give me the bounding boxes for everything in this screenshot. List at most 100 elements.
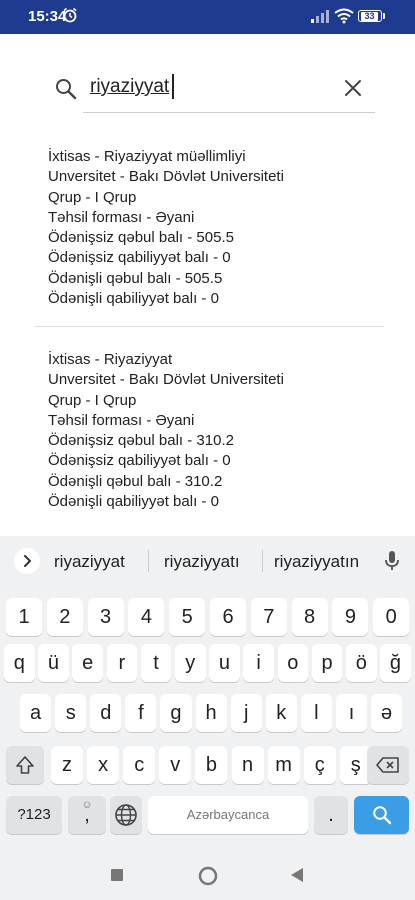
letter-key[interactable]: z <box>51 746 83 784</box>
letter-key[interactable]: i <box>243 644 274 682</box>
result-group: Qrup - I Qrup <box>48 391 137 409</box>
number-key[interactable]: 9 <box>332 598 369 636</box>
language-key[interactable] <box>110 796 142 834</box>
backspace-icon <box>376 757 399 773</box>
letter-key[interactable]: t <box>140 644 172 682</box>
search-input[interactable]: riyaziyyat <box>90 76 169 98</box>
shift-key[interactable] <box>6 746 44 784</box>
letter-key[interactable]: y <box>175 644 206 682</box>
search-underline <box>83 112 375 113</box>
letter-key[interactable]: n <box>231 746 264 784</box>
shift-icon <box>16 756 34 774</box>
letter-key[interactable]: ı <box>335 694 368 732</box>
back-icon[interactable] <box>289 867 305 883</box>
letter-key[interactable]: k <box>265 694 297 732</box>
search-submit-key[interactable] <box>354 796 409 834</box>
result-free-admission-score: Ödənişsiz qəbul balı - 505.5 <box>48 229 234 247</box>
status-bar: 15:34 33 <box>0 0 415 34</box>
result-university: Unversitet - Bakı Dövlət Universiteti <box>48 168 284 186</box>
number-key[interactable]: 1 <box>6 598 42 636</box>
suggestion-2[interactable]: riyaziyyatı <box>164 552 240 572</box>
letter-key[interactable]: e <box>72 644 103 682</box>
result-free-ability-score: Ödənişsiz qabiliyyət balı - 0 <box>48 452 231 470</box>
expand-toolbar-button[interactable] <box>14 548 40 574</box>
result-group: Qrup - I Qrup <box>48 188 137 206</box>
text-caret <box>172 74 174 99</box>
search-query: riyaziyyat <box>90 76 170 97</box>
letter-key[interactable]: ə <box>371 694 403 732</box>
letter-key[interactable]: q <box>4 644 35 682</box>
letter-key[interactable]: ğ <box>380 644 411 682</box>
letter-key[interactable]: d <box>90 694 122 732</box>
letter-key[interactable]: l <box>300 694 332 732</box>
period-key[interactable]: . <box>314 796 348 834</box>
result-study-form: Təhsil forması - Əyani <box>48 208 195 226</box>
number-key[interactable]: 3 <box>87 598 124 636</box>
chevron-right-icon <box>24 555 31 567</box>
suggestion-separator <box>262 550 263 572</box>
letter-key[interactable]: s <box>55 694 87 732</box>
result-divider <box>34 326 384 327</box>
letter-key[interactable]: v <box>159 746 192 784</box>
letter-key[interactable]: h <box>195 694 227 732</box>
close-icon[interactable] <box>343 78 363 98</box>
emoji-hint-icon: ☺ <box>81 799 93 811</box>
number-key[interactable]: 2 <box>46 598 83 636</box>
signal-icon <box>311 10 329 23</box>
comma-key[interactable]: ☺ , <box>68 796 106 834</box>
suggestion-separator <box>148 550 149 572</box>
result-paid-admission-score: Ödənişli qəbul balı - 310.2 <box>48 472 223 490</box>
result-item[interactable]: İxtisas - Riyaziyyat Unversitet - Bakı D… <box>48 350 284 512</box>
letter-key[interactable]: g <box>160 694 192 732</box>
letter-key[interactable]: ü <box>38 644 69 682</box>
number-key[interactable]: 6 <box>210 598 246 636</box>
navigation-bar <box>0 850 415 900</box>
result-speciality: İxtisas - Riyaziyyat müəllimliyi <box>48 148 246 165</box>
letter-key[interactable]: j <box>230 694 262 732</box>
battery-nub <box>383 13 385 19</box>
number-key[interactable]: 4 <box>128 598 165 636</box>
result-paid-admission-score: Ödənişli qəbul balı - 505.5 <box>48 269 223 287</box>
letter-key[interactable]: a <box>20 694 52 732</box>
letter-key[interactable]: m <box>267 746 300 784</box>
home-icon[interactable] <box>198 866 218 886</box>
space-key[interactable]: Azərbaycanca <box>148 796 308 834</box>
backspace-key[interactable] <box>367 746 409 784</box>
letter-key[interactable]: r <box>106 644 138 682</box>
clock: 15:34 <box>28 8 67 25</box>
result-paid-ability-score: Ödənişli qabiliyyət balı - 0 <box>48 290 219 308</box>
result-university: Unversitet - Bakı Dövlət Universiteti <box>48 371 284 389</box>
letter-key[interactable]: ç <box>303 746 336 784</box>
result-free-admission-score: Ödənişsiz qəbul balı - 310.2 <box>48 432 234 450</box>
result-study-form: Təhsil forması - Əyani <box>48 411 195 429</box>
letter-key[interactable]: ö <box>346 644 377 682</box>
number-key[interactable]: 0 <box>373 598 410 636</box>
battery-level: 33 <box>361 11 378 21</box>
battery-icon: 33 <box>358 10 382 22</box>
result-paid-ability-score: Ödənişli qabiliyyət balı - 0 <box>48 493 219 511</box>
letter-key[interactable]: c <box>123 746 156 784</box>
globe-icon <box>115 804 137 826</box>
letter-key[interactable]: u <box>209 644 240 682</box>
letter-key[interactable]: o <box>277 644 309 682</box>
suggestion-bar: riyaziyyat riyaziyyatı riyaziyyatın <box>0 536 415 586</box>
number-key[interactable]: 8 <box>291 598 328 636</box>
result-item[interactable]: İxtisas - Riyaziyyat müəllimliyi Unversi… <box>48 147 284 309</box>
search-icon <box>372 806 391 825</box>
symbols-key[interactable]: ?123 <box>6 796 62 834</box>
letter-key[interactable]: b <box>195 746 228 784</box>
number-key[interactable]: 7 <box>250 598 287 636</box>
on-screen-keyboard: riyaziyyat riyaziyyatı riyaziyyatın 1234… <box>0 536 415 850</box>
letter-key[interactable]: x <box>87 746 120 784</box>
result-speciality: İxtisas - Riyaziyyat <box>48 351 173 368</box>
suggestion-3[interactable]: riyaziyyatın <box>274 552 359 572</box>
letter-key[interactable]: p <box>311 644 343 682</box>
wifi-icon <box>334 8 354 24</box>
number-key[interactable]: 5 <box>169 598 206 636</box>
recents-icon[interactable] <box>110 868 124 882</box>
microphone-icon[interactable] <box>384 550 400 572</box>
suggestion-1[interactable]: riyaziyyat <box>54 552 125 572</box>
alarm-icon <box>63 7 77 23</box>
letter-key[interactable]: f <box>125 694 157 732</box>
search-icon[interactable] <box>55 78 77 100</box>
